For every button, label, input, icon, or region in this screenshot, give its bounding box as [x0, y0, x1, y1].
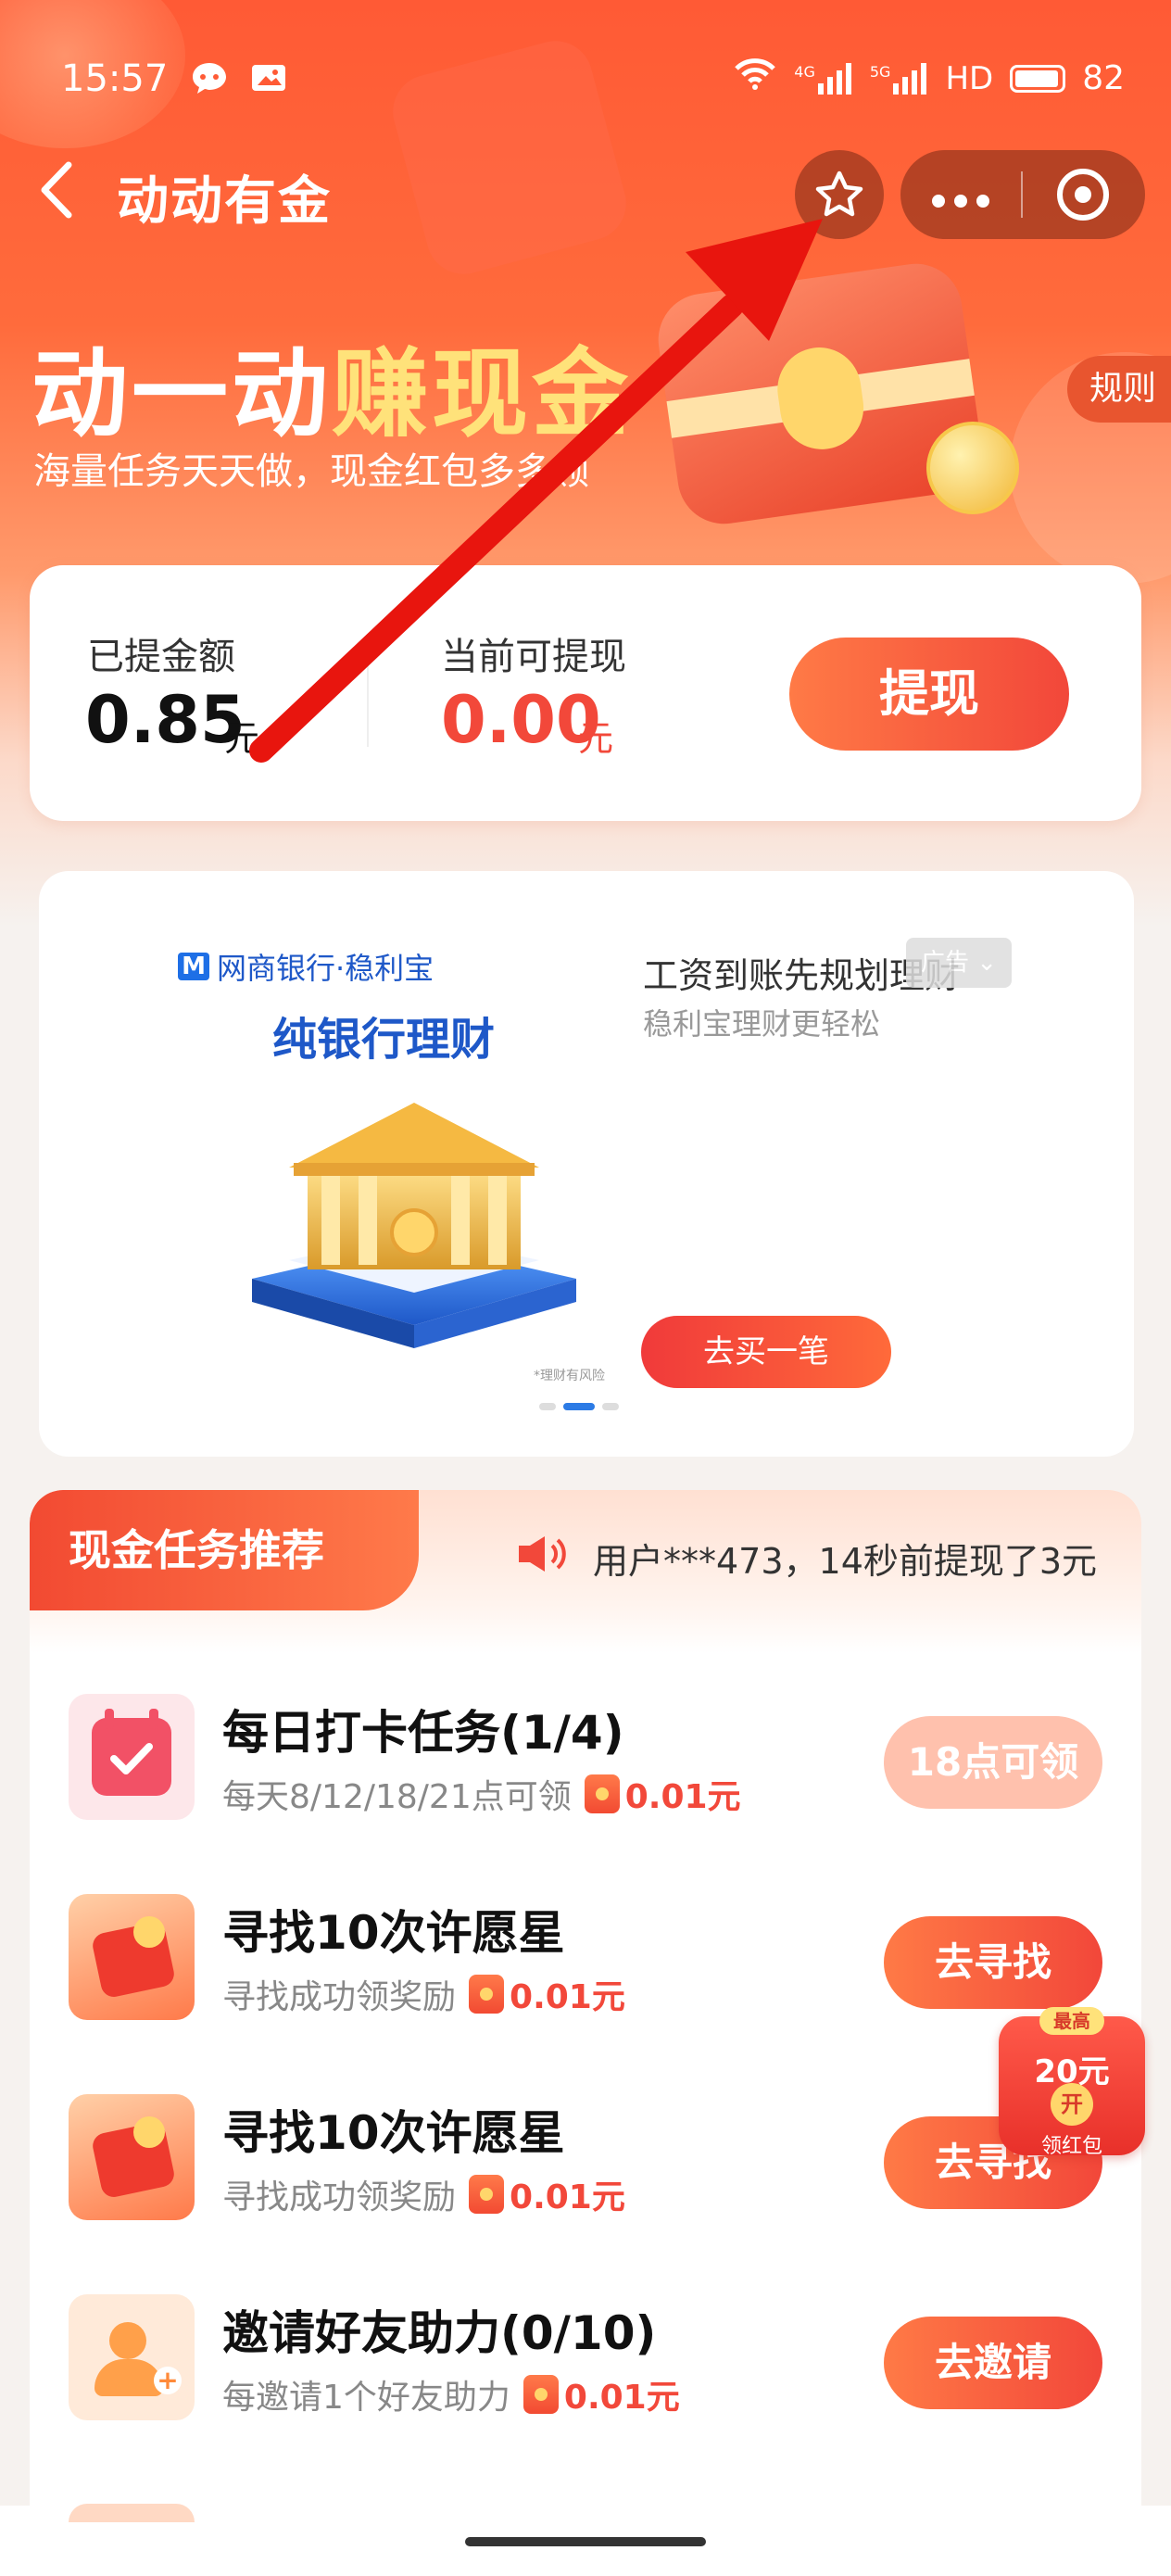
- ad-badge[interactable]: 广告 ⌄: [906, 938, 1012, 988]
- task-desc: 寻找成功领奖励 0.01元: [222, 2170, 625, 2218]
- red-packet-tag: 最高: [1039, 2007, 1104, 2035]
- status-time: 15:57: [61, 57, 169, 100]
- banner-subtitle: 海量任务天天做，现金红包多多领: [33, 450, 589, 493]
- withdrawn-value: 0.85: [85, 682, 246, 758]
- chevron-down-icon: ⌄: [968, 949, 998, 977]
- chat-bubble-icon: [189, 59, 230, 105]
- withdraw-button[interactable]: 提现: [789, 638, 1069, 751]
- red-packet-icon: [469, 1975, 505, 2014]
- battery-level: 82: [1082, 59, 1125, 97]
- task-desc: 寻找成功领奖励 0.01元: [222, 1970, 625, 2018]
- ad-product-title: 纯银行理财: [272, 1014, 496, 1066]
- rules-button[interactable]: 规则: [1067, 356, 1171, 423]
- task-name: 每日打卡任务(1/4): [222, 1706, 624, 1760]
- task-name: 寻找10次许愿星: [222, 1906, 565, 1960]
- task-section: 现金任务推荐 用户***473，14秒前提现了3元 每日打卡任务(1/4) 每天…: [30, 1490, 1141, 2509]
- red-packet-icon: [523, 2375, 559, 2414]
- ad-card[interactable]: M 网商银行·稳利宝 纯银行理财 *理财有风险 工资到账先规划理财 稳利宝理财更…: [39, 871, 1134, 1457]
- banner-title: 动一动赚现金: [31, 337, 633, 450]
- task-action-button[interactable]: 去寻找: [884, 1916, 1102, 2009]
- next-task-peek: [69, 2504, 195, 2522]
- carousel-dot: [539, 1403, 556, 1410]
- withdrawn-unit: 元: [224, 718, 260, 759]
- task-desc: 每天8/12/18/21点可领 0.01元: [222, 1770, 741, 1818]
- task-row: 寻找10次许愿星 寻找成功领奖励 0.01元 去寻找: [30, 1859, 1141, 2044]
- carousel-dot-active: [563, 1403, 595, 1410]
- task-row: + 邀请好友助力(0/10) 每邀请1个好友助力 0.01元 去邀请: [30, 2259, 1141, 2444]
- speaker-icon: [519, 1536, 566, 1572]
- task-section-title: 现金任务推荐: [30, 1490, 419, 1610]
- task-row: 每日打卡任务(1/4) 每天8/12/18/21点可领 0.01元 18点可领: [30, 1659, 1141, 1844]
- red-packet-label: 领红包: [1040, 2135, 1102, 2158]
- task-action-button[interactable]: 18点可领: [884, 1716, 1102, 1809]
- status-right-icons: 4G 5G HD 82: [733, 57, 1125, 99]
- red-packet-icon: [469, 2175, 505, 2214]
- risk-note: *理财有风险: [534, 1369, 605, 1383]
- task-reward: 0.01元: [584, 1770, 741, 1818]
- coin-illustration: [926, 422, 1019, 514]
- more-button[interactable]: [900, 171, 1021, 219]
- withdrawn-label: 已提金额: [87, 636, 235, 678]
- signal-5g-icon: 5G: [870, 62, 929, 95]
- nav-bar: 动动有金: [0, 139, 1171, 241]
- star-icon: [815, 170, 863, 217]
- page-title: 动动有金: [117, 171, 332, 232]
- calendar-check-icon: [69, 1694, 195, 1820]
- buy-button[interactable]: 去买一笔: [641, 1316, 891, 1388]
- battery-icon: [1010, 64, 1066, 93]
- floating-red-packet[interactable]: 最高 20元 开 领红包: [999, 2007, 1145, 2166]
- more-dots-icon: [932, 194, 989, 208]
- target-icon: [1057, 169, 1109, 221]
- invite-friend-icon: +: [69, 2294, 195, 2420]
- wifi-icon: [733, 57, 777, 99]
- task-reward: 0.01元: [469, 2170, 625, 2218]
- red-packet-open: 开: [1051, 2083, 1093, 2126]
- available-value: 0.00: [441, 682, 601, 758]
- favorite-button[interactable]: [795, 150, 884, 239]
- signal-4g-icon: 4G: [794, 62, 853, 95]
- bank-building-illustration: [252, 1103, 576, 1348]
- status-bar: 15:57 4G 5G HD 82: [0, 37, 1171, 120]
- task-reward: 0.01元: [469, 1970, 625, 2018]
- task-desc: 每邀请1个好友助力 0.01元: [222, 2370, 680, 2418]
- ad-brand: M 网商银行·稳利宝: [178, 945, 434, 988]
- divider: [367, 654, 369, 747]
- image-icon: [248, 59, 289, 105]
- chevron-left-icon: [41, 161, 72, 219]
- task-name: 寻找10次许愿星: [222, 2106, 565, 2160]
- miniapp-capsule: [900, 150, 1145, 239]
- gift-icon: [69, 2094, 195, 2220]
- balance-card: 已提金额 0.85 元 当前可提现 0.00 元 提现: [30, 565, 1141, 821]
- task-action-button[interactable]: 去邀请: [884, 2317, 1102, 2409]
- red-packet-icon: [584, 1774, 620, 1813]
- available-label: 当前可提现: [441, 636, 626, 678]
- withdraw-notice: 用户***473，14秒前提现了3元: [593, 1541, 1098, 1582]
- carousel-dot: [602, 1403, 619, 1410]
- ad-subline: 稳利宝理财更轻松: [643, 1006, 881, 1042]
- gift-icon: [69, 1894, 195, 2020]
- task-name: 邀请好友助力(0/10): [222, 2306, 657, 2360]
- carousel-indicator: [539, 1403, 619, 1410]
- home-indicator[interactable]: [465, 2537, 706, 2546]
- hd-label: HD: [945, 59, 994, 97]
- back-button[interactable]: [33, 158, 98, 222]
- task-row: 寻找10次许愿星 寻找成功领奖励 0.01元 去寻找: [30, 2059, 1141, 2244]
- close-miniapp-button[interactable]: [1023, 169, 1143, 221]
- bank-logo-icon: M: [178, 953, 209, 980]
- available-unit: 元: [578, 718, 614, 759]
- task-reward: 0.01元: [523, 2370, 680, 2418]
